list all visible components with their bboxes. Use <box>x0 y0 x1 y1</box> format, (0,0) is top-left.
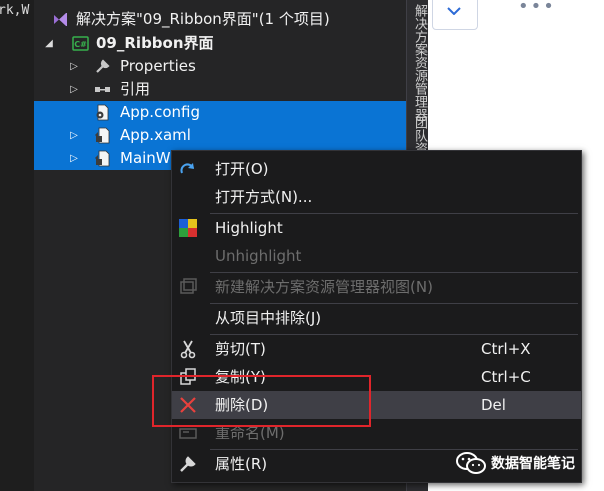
menu-item-open[interactable]: 打开(O) <box>172 155 581 183</box>
more-options-icon[interactable]: ••• <box>518 0 556 17</box>
menu-item-label: 新建解决方案资源管理器视图(N) <box>215 278 433 296</box>
tree-item-label: 引用 <box>120 80 151 98</box>
tree-item-label: App.xaml <box>120 126 191 144</box>
new-view-icon <box>180 278 197 294</box>
collapsed-arrow-icon[interactable]: ▷ <box>69 124 79 147</box>
visual-studio-solution-icon <box>54 13 67 26</box>
config-file-icon <box>96 104 109 121</box>
tree-row-app-config[interactable]: App.config <box>34 101 406 124</box>
dropdown-button[interactable] <box>432 0 478 30</box>
context-menu: 打开(O) 打开方式(N)... Highlight Unhighlight 新… <box>171 150 582 483</box>
menu-item-label: 从项目中排除(J) <box>215 309 322 327</box>
menu-item-exclude[interactable]: 从项目中排除(J) <box>172 304 581 332</box>
tree-row-project[interactable]: ◢ C# 09_Ribbon界面 <box>34 32 406 55</box>
chevron-down-icon <box>447 7 461 15</box>
code-fragment: rk,W <box>0 3 30 18</box>
highlight-annotation-box <box>152 375 371 427</box>
menu-item-label: 打开方式(N)... <box>215 188 313 206</box>
tree-item-label: Properties <box>120 57 196 75</box>
collapsed-arrow-icon[interactable]: ▷ <box>69 55 79 78</box>
menu-item-shortcut: Ctrl+X <box>481 340 531 358</box>
scissors-icon <box>180 340 196 359</box>
menu-item-label: 打开(O) <box>215 160 269 178</box>
menu-item-label: 剪切(T) <box>215 340 266 358</box>
tree-row-solution[interactable]: 解决方案"09_Ribbon界面"(1 个项目) <box>34 8 406 31</box>
menu-item-new-explorer-view[interactable]: 新建解决方案资源管理器视图(N) <box>172 273 581 301</box>
menu-item-highlight[interactable]: Highlight <box>172 214 581 242</box>
collapsed-arrow-icon[interactable]: ▷ <box>69 147 79 170</box>
tree-item-label: MainW <box>120 149 171 167</box>
wrench-icon <box>96 59 110 73</box>
menu-item-label: Highlight <box>215 219 283 237</box>
menu-item-unhighlight[interactable]: Unhighlight <box>172 242 581 270</box>
svg-text:C#: C# <box>74 40 87 49</box>
watermark: 数据智能笔记 <box>455 450 575 480</box>
tree-row-properties[interactable]: ▷ Properties <box>34 55 406 78</box>
menu-item-shortcut: Del <box>481 396 506 414</box>
code-editor[interactable]: rk,W <box>0 0 34 491</box>
open-arrow-icon <box>180 163 194 174</box>
csharp-project-icon: C# <box>72 36 89 51</box>
wechat-icon <box>456 452 486 474</box>
solution-label: 解决方案"09_Ribbon界面"(1 个项目) <box>76 10 330 28</box>
expanded-arrow-icon[interactable]: ◢ <box>44 32 54 55</box>
menu-item-cut[interactable]: 剪切(T) Ctrl+X <box>172 335 581 363</box>
menu-item-shortcut: Ctrl+C <box>481 368 531 386</box>
watermark-text: 数据智能笔记 <box>491 456 575 472</box>
menu-item-label: Unhighlight <box>215 247 302 265</box>
tab-solution-explorer[interactable]: 解决方案资源管理器 <box>409 4 427 121</box>
tree-row-app-xaml[interactable]: ▷ App.xaml <box>34 124 406 147</box>
wrench-icon <box>180 456 196 472</box>
menu-item-open-with[interactable]: 打开方式(N)... <box>172 183 581 211</box>
highlight-color-icon <box>179 219 197 237</box>
tree-item-label: App.config <box>120 103 200 121</box>
xaml-file-icon <box>95 127 110 144</box>
xaml-file-icon <box>95 150 110 167</box>
collapsed-arrow-icon[interactable]: ▷ <box>69 78 79 101</box>
menu-item-label: 属性(R) <box>215 455 268 473</box>
tree-row-references[interactable]: ▷ 引用 <box>34 78 406 101</box>
references-icon <box>95 87 110 92</box>
project-label: 09_Ribbon界面 <box>96 34 214 52</box>
